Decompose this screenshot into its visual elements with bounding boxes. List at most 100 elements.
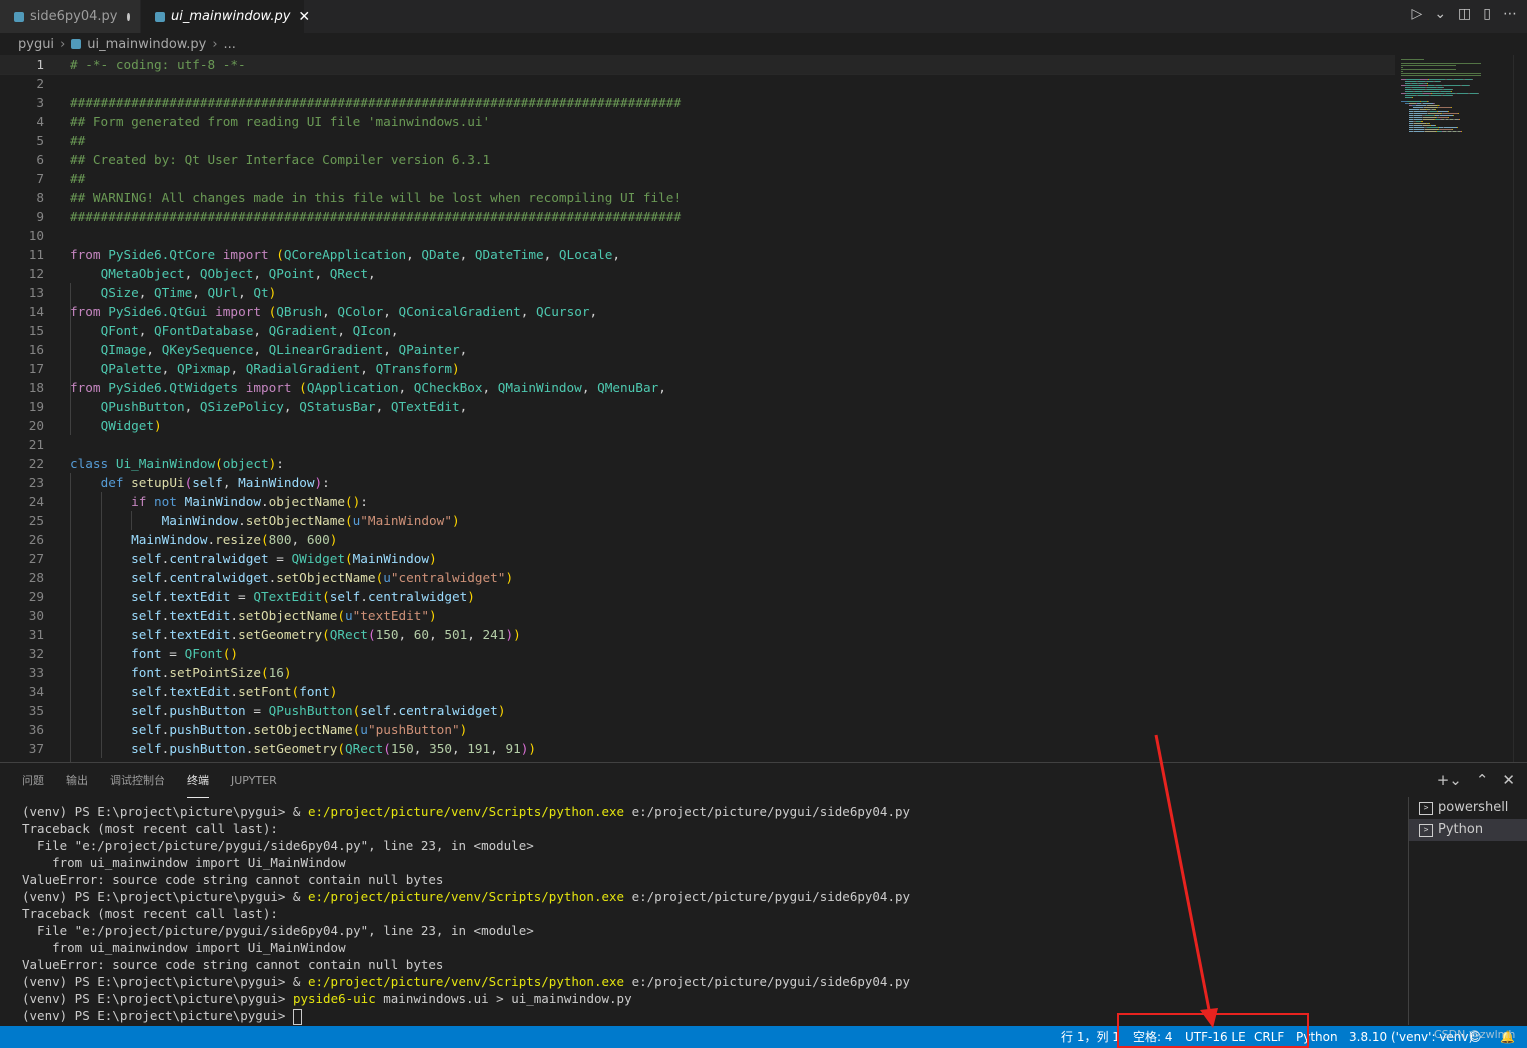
code-line[interactable]: 9 #######################################… (0, 207, 1395, 226)
more-actions-icon[interactable]: ⋯ (1503, 6, 1517, 22)
code-token: from (70, 247, 109, 262)
code-line[interactable]: 26 MainWindow.resize(800, 600) (0, 530, 1395, 549)
code-token: = (230, 589, 254, 604)
code-token: , (314, 266, 330, 281)
split-editor-icon[interactable]: ▯ (1483, 6, 1491, 22)
line-number: 24 (28, 494, 44, 509)
code-token: , (459, 399, 468, 414)
code-line[interactable]: 21 (0, 435, 1395, 454)
code-line[interactable]: 36 self.pushButton.setObjectName(u"pushB… (0, 720, 1395, 739)
close-tab-icon[interactable]: ✕ (298, 9, 310, 25)
code-line[interactable]: 8 ## WARNING! All changes made in this fi… (0, 188, 1395, 207)
code-editor[interactable]: 1 # -*- coding: utf-8 -*- 2 3 ##############… (0, 55, 1395, 762)
indent-guide (101, 492, 102, 758)
code-token: QPainter (398, 342, 460, 357)
code-line[interactable]: 22 class Ui_MainWindow(object): (0, 454, 1395, 473)
code-line[interactable]: 17 QPalette, QPixmap, QRadialGradient, Q… (0, 359, 1395, 378)
code-line[interactable]: 1 # -*- coding: utf-8 -*- (0, 55, 1395, 75)
code-line[interactable]: 20 QWidget) (0, 416, 1395, 435)
code-token: : (322, 475, 330, 490)
code-line[interactable]: 31 self.textEdit.setGeometry(QRect(150, … (0, 625, 1395, 644)
code-token: ( (276, 247, 284, 262)
terminal-item-powershell[interactable]: > powershell (1409, 797, 1527, 819)
code-line[interactable]: 7 ## (0, 169, 1395, 188)
code-line[interactable]: 24 if not MainWindow.objectName(): (0, 492, 1395, 511)
minimap[interactable] (1397, 55, 1513, 762)
tab-problems[interactable]: 问题 (22, 763, 44, 798)
code-line[interactable]: 4 ## Form generated from reading UI file … (0, 112, 1395, 131)
terminal-item-python[interactable]: > Python (1409, 819, 1527, 841)
code-line[interactable]: 35 self.pushButton = QPushButton(self.ce… (0, 701, 1395, 720)
code-token: MainWindow (161, 513, 239, 528)
code-line[interactable]: 23 def setupUi(self, MainWindow): (0, 473, 1395, 492)
breadcrumb-folder[interactable]: pygui (18, 37, 54, 52)
tab-side6py04[interactable]: side6py04.py (0, 0, 140, 33)
code-line[interactable]: 6 ## Created by: Qt User Interface Compil… (0, 150, 1395, 169)
minimap-line (1412, 87, 1425, 88)
code-line[interactable]: 27 self.centralwidget = QWidget(MainWind… (0, 549, 1395, 568)
code-token: self (360, 703, 391, 718)
chevron-down-icon[interactable]: ⌄ (1434, 6, 1446, 22)
code-line[interactable]: 5 ## (0, 131, 1395, 150)
code-line[interactable]: 37 self.pushButton.setGeometry(QRect(150… (0, 739, 1395, 758)
code-token: 16 (268, 665, 284, 680)
tab-debug-console[interactable]: 调试控制台 (110, 763, 165, 798)
code-line[interactable]: 25 MainWindow.setObjectName(u"MainWindow… (0, 511, 1395, 530)
code-line[interactable]: 15 QFont, QFontDatabase, QGradient, QIco… (0, 321, 1395, 340)
minimap-line (1452, 95, 1453, 96)
code-line[interactable]: 12 QMetaObject, QObject, QPoint, QRect, (0, 264, 1395, 283)
tab-ui-mainwindow[interactable]: ui_mainwindow.py ✕ (141, 0, 310, 33)
tab-terminal[interactable]: 终端 (187, 763, 209, 798)
code-text: from PySide6.QtGui import (QBrush, QColo… (70, 302, 597, 321)
code-line[interactable]: 19 QPushButton, QSizePolicy, QStatusBar,… (0, 397, 1395, 416)
code-line[interactable]: 2 (0, 74, 1395, 93)
line-number: 27 (28, 551, 44, 566)
code-line[interactable]: 33 font.setPointSize(16) (0, 663, 1395, 682)
editor-scrollbar[interactable] (1513, 55, 1527, 762)
code-line[interactable]: 28 self.centralwidget.setObjectName(u"ce… (0, 568, 1395, 587)
minimap-line (1401, 69, 1456, 70)
code-line[interactable]: 10 (0, 226, 1395, 245)
terminal-text: from ui_mainwindow import Ui_MainWindow (22, 940, 346, 955)
code-token: QRect (345, 741, 384, 756)
code-line[interactable]: 11 from PySide6.QtCore import (QCoreAppli… (0, 245, 1395, 264)
code-token: centralwidget (367, 589, 468, 604)
open-preview-icon[interactable]: ◫ (1458, 6, 1471, 22)
tab-label: side6py04.py (30, 9, 118, 24)
code-line[interactable]: 29 self.textEdit = QTextEdit(self.centra… (0, 587, 1395, 606)
code-token: , (222, 475, 239, 490)
terminal-output[interactable]: (venv) PS E:\project\picture\pygui> & e:… (22, 803, 1402, 1025)
terminal-line: (venv) PS E:\project\picture\pygui> pysi… (22, 990, 1402, 1007)
cursor-position[interactable]: 行 1，列 1 (1061, 1026, 1120, 1048)
code-token: , (459, 247, 475, 262)
code-line[interactable]: 30 self.textEdit.setObjectName(u"textEdi… (0, 606, 1395, 625)
code-line[interactable]: 13 QSize, QTime, QUrl, Qt) (0, 283, 1395, 302)
code-line[interactable]: 3 #######################################… (0, 93, 1395, 112)
line-number: 8 (36, 190, 44, 205)
minimap-line (1401, 63, 1481, 64)
code-line[interactable]: 18 from PySide6.QtWidgets import (QApplic… (0, 378, 1395, 397)
terminal-item-label: Python (1438, 822, 1484, 837)
code-token: ( (299, 380, 307, 395)
code-line[interactable]: 34 self.textEdit.setFont(font) (0, 682, 1395, 701)
editor-tab-bar: side6py04.py ui_mainwindow.py ✕ ▷ ⌄ ◫ ▯ … (0, 0, 1527, 33)
breadcrumb-file[interactable]: ui_mainwindow.py (87, 37, 206, 52)
minimap-line (1428, 101, 1429, 102)
close-panel-icon[interactable]: ✕ (1502, 771, 1515, 789)
code-token: QImage (100, 342, 147, 357)
code-token: QBrush (276, 304, 323, 319)
maximize-panel-icon[interactable]: ⌃ (1476, 771, 1489, 789)
code-line[interactable]: 32 font = QFont() (0, 644, 1395, 663)
breadcrumb-more[interactable]: ... (224, 37, 236, 52)
code-line[interactable]: 16 QImage, QKeySequence, QLinearGradient… (0, 340, 1395, 359)
minimap-line (1439, 107, 1451, 108)
code-line[interactable]: 14 from PySide6.QtGui import (QBrush, QCo… (0, 302, 1395, 321)
new-terminal-icon[interactable]: +⌄ (1437, 771, 1462, 789)
code-token: centralwidget (169, 551, 269, 566)
run-icon[interactable]: ▷ (1412, 6, 1423, 22)
terminal-item-label: powershell (1438, 800, 1509, 815)
tab-output[interactable]: 输出 (66, 763, 88, 798)
tab-jupyter[interactable]: JUPYTER (231, 763, 277, 798)
